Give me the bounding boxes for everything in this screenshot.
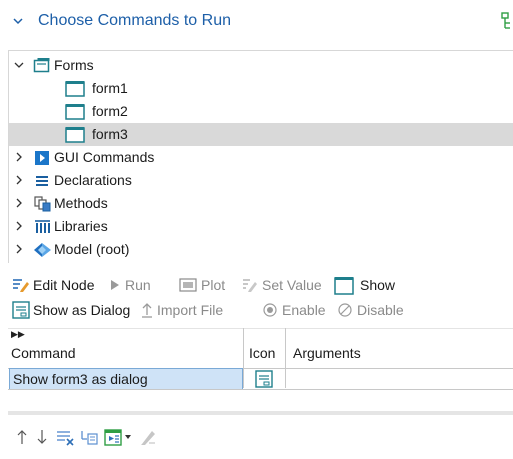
edit-pencil-icon[interactable] [140, 427, 156, 447]
insert-form-icon[interactable] [104, 427, 122, 447]
edit-node-icon [13, 279, 29, 292]
tree-structure-icon[interactable] [496, 12, 513, 32]
play-icon [111, 280, 119, 290]
chevron-down-icon[interactable] [14, 60, 24, 70]
chevron-right-icon[interactable] [14, 221, 24, 231]
model-root-icon [34, 243, 51, 257]
toolbar-row-2: Show as Dialog Import File Enable Disabl… [12, 299, 512, 321]
plot-icon [179, 278, 197, 292]
enable-icon [263, 303, 277, 317]
command-tree[interactable]: Forms form1 form2 form3 GUI Commands Dec… [8, 50, 513, 263]
tree-item-label: Model (root) [54, 241, 130, 257]
tree-item-form1[interactable]: form1 [9, 77, 513, 100]
tree-item-gui-commands[interactable]: GUI Commands [9, 146, 513, 169]
add-child-icon[interactable] [80, 427, 98, 447]
table-scroll-band [8, 411, 513, 415]
tree-item-label: Forms [54, 57, 94, 73]
tree-item-form2[interactable]: form2 [9, 100, 513, 123]
tree-item-libraries[interactable]: Libraries [9, 215, 513, 238]
tree-item-forms[interactable]: Forms [9, 54, 513, 77]
dropdown-arrow-icon[interactable] [124, 427, 132, 447]
forms-folder-icon [33, 58, 50, 73]
dialog-icon[interactable] [255, 370, 273, 388]
form-icon [334, 277, 354, 295]
column-divider [285, 328, 286, 388]
tree-item-form3[interactable]: form3 [9, 123, 513, 146]
column-header-arguments[interactable]: Arguments [293, 345, 361, 361]
chevron-down-icon[interactable] [12, 14, 24, 28]
column-header-icon[interactable]: Icon [249, 345, 275, 361]
form-icon [65, 81, 85, 97]
arrow-up-icon [142, 303, 152, 318]
row-divider [8, 389, 513, 390]
chevron-right-icon[interactable] [14, 198, 24, 208]
table-header: ▶▶ Command Icon Arguments [8, 328, 513, 369]
section-header[interactable]: Choose Commands to Run [0, 0, 513, 44]
move-down-icon[interactable] [36, 427, 48, 447]
commands-table[interactable]: ▶▶ Command Icon Arguments Show form3 as … [8, 323, 513, 419]
toolbar-row-1: Edit Node Run Plot Set Value Show [12, 274, 512, 296]
delete-rows-icon[interactable] [56, 427, 74, 447]
tree-item-label: form1 [92, 80, 128, 96]
table-row[interactable]: Show form3 as dialog [9, 368, 243, 390]
command-cell[interactable]: Show form3 as dialog [13, 371, 148, 387]
form-icon [65, 104, 85, 120]
tree-item-model-root[interactable]: Model (root) [9, 238, 513, 261]
tree-item-methods[interactable]: Methods [9, 192, 513, 215]
expand-all-icon[interactable]: ▶▶ [11, 329, 25, 340]
section-title: Choose Commands to Run [38, 12, 231, 29]
column-divider [243, 328, 244, 388]
tree-item-label: Libraries [54, 218, 108, 234]
tree-item-label: form3 [92, 126, 128, 142]
form-icon [65, 127, 85, 143]
libraries-icon [35, 220, 50, 233]
declarations-icon [36, 176, 48, 186]
disable-icon [338, 303, 352, 317]
set-value-icon [243, 279, 257, 292]
dialog-icon [12, 301, 30, 319]
methods-icon [34, 196, 51, 212]
chevron-right-icon[interactable] [14, 244, 24, 254]
tree-item-label: Methods [54, 195, 108, 211]
chevron-right-icon[interactable] [14, 152, 24, 162]
gui-commands-icon [35, 151, 49, 165]
chevron-right-icon[interactable] [14, 175, 24, 185]
tree-item-label: form2 [92, 103, 128, 119]
column-header-command[interactable]: Command [11, 345, 76, 361]
move-up-icon[interactable] [16, 427, 28, 447]
tree-item-label: GUI Commands [54, 149, 155, 165]
tree-item-label: Declarations [54, 172, 132, 188]
tree-item-declarations[interactable]: Declarations [9, 169, 513, 192]
